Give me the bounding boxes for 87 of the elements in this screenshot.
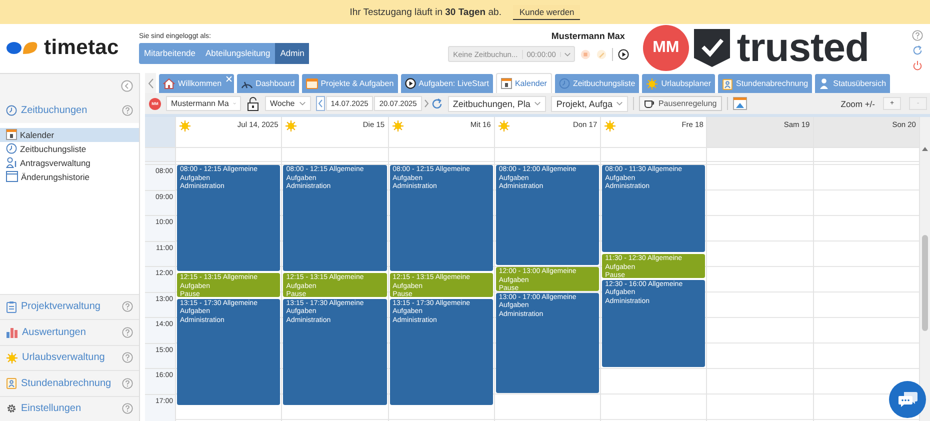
sidebar-section[interactable]: Einstellungen bbox=[0, 396, 139, 421]
chevron-left-icon bbox=[148, 78, 154, 88]
caret-icon bbox=[534, 101, 542, 106]
clock-icon bbox=[6, 104, 17, 116]
sidebar-item[interactable]: Kalender bbox=[0, 128, 139, 142]
help-icon[interactable] bbox=[122, 301, 133, 312]
help-icon[interactable] bbox=[122, 326, 133, 338]
help-icon[interactable] bbox=[122, 352, 133, 364]
sun-icon bbox=[285, 120, 298, 132]
role-button[interactable]: Abteilungsleitung bbox=[200, 43, 276, 64]
trust-badge-text: trusted bbox=[736, 28, 869, 68]
image-icon[interactable] bbox=[732, 97, 747, 110]
project-filter-select[interactable]: Projekt, Aufga bbox=[551, 96, 628, 112]
logo-icon bbox=[6, 40, 38, 54]
home-icon bbox=[163, 78, 175, 89]
view-select[interactable]: Woche bbox=[265, 96, 311, 111]
sun-icon bbox=[498, 120, 510, 132]
stop-icon[interactable] bbox=[580, 48, 591, 60]
pencil-icon[interactable] bbox=[596, 48, 607, 60]
refresh-icon[interactable] bbox=[912, 45, 923, 56]
tab[interactable]: Urlaubsplaner bbox=[642, 74, 716, 93]
help-icon[interactable] bbox=[122, 378, 133, 389]
zoom-label: Zoom +/- bbox=[840, 98, 875, 108]
previous-button[interactable] bbox=[316, 96, 325, 111]
caret-icon bbox=[616, 101, 624, 106]
sun-icon bbox=[392, 120, 404, 132]
shield-check-icon bbox=[692, 28, 731, 68]
become-customer-link[interactable]: Kunde werden bbox=[513, 4, 580, 20]
sidebar-section[interactable]: Urlaubsverwaltung bbox=[0, 344, 139, 370]
chat-icon bbox=[898, 391, 918, 408]
sun-icon bbox=[646, 78, 658, 90]
scrollbar-thumb[interactable] bbox=[922, 235, 928, 331]
folder-icon bbox=[306, 78, 318, 89]
clock-icon bbox=[558, 78, 570, 89]
calendar-icon bbox=[500, 78, 512, 89]
sun-icon bbox=[6, 352, 18, 364]
play-icon[interactable] bbox=[618, 48, 629, 60]
booking-filter-select[interactable]: Zeitbuchungen, Pla bbox=[448, 96, 546, 112]
chat-button[interactable] bbox=[889, 381, 926, 418]
tab[interactable]: Zeitbuchungsliste bbox=[554, 74, 640, 93]
sidebar-section[interactable]: Stundenabrechnung bbox=[0, 370, 139, 396]
power-icon[interactable] bbox=[912, 60, 923, 71]
gear-icon bbox=[6, 403, 17, 414]
break-rules-button[interactable]: Pausenregelung bbox=[639, 96, 722, 111]
calendar-icon bbox=[6, 129, 17, 140]
tab[interactable]: Statusübersich bbox=[815, 74, 890, 93]
cup-icon bbox=[644, 99, 656, 108]
sun-icon bbox=[604, 120, 616, 132]
sidebar-item[interactable]: Änderungshistorie bbox=[0, 170, 139, 184]
user-name: Mustermann Max bbox=[551, 31, 625, 41]
clipboard-icon bbox=[6, 377, 17, 390]
help-icon[interactable] bbox=[122, 104, 133, 116]
help-icon[interactable] bbox=[122, 403, 133, 414]
collapse-icon[interactable] bbox=[121, 80, 133, 92]
caret-icon bbox=[298, 101, 306, 106]
close-icon[interactable] bbox=[226, 76, 232, 82]
sidebar-item[interactable]: Zeitbuchungsliste bbox=[0, 142, 139, 156]
unlock-icon[interactable] bbox=[246, 96, 260, 110]
tab[interactable]: Kalender bbox=[496, 73, 552, 93]
tab[interactable]: Stundenabrechnung bbox=[718, 74, 812, 93]
sidebar-item[interactable]: Antragsverwaltung bbox=[0, 156, 139, 170]
trial-message: Ihr Testzugang läuft in 30 Tagen ab. bbox=[350, 6, 502, 18]
person-icon bbox=[819, 78, 830, 89]
refresh-icon[interactable] bbox=[430, 98, 443, 110]
help-icon[interactable] bbox=[912, 30, 923, 41]
window-icon bbox=[6, 171, 18, 182]
role-button[interactable]: Mitarbeitende bbox=[139, 43, 201, 64]
sidebar-section[interactable]: Projektverwaltung bbox=[0, 294, 139, 319]
tab[interactable]: Aufgaben: LiveStart bbox=[400, 74, 493, 93]
bar-chart-icon bbox=[6, 326, 18, 338]
role-button[interactable]: Admin bbox=[275, 43, 310, 64]
tab[interactable]: Willkommen bbox=[159, 74, 234, 93]
user-avatar[interactable]: MM bbox=[642, 25, 689, 71]
play-icon bbox=[404, 78, 416, 89]
tab[interactable]: Dashboard bbox=[236, 74, 299, 93]
scroll-up-icon[interactable] bbox=[922, 147, 928, 151]
sidebar-section[interactable]: Zeitbuchungen bbox=[0, 98, 139, 122]
person-icon bbox=[6, 157, 17, 168]
sun-icon bbox=[179, 120, 191, 132]
clipboard-icon bbox=[6, 300, 17, 313]
tab[interactable]: Projekte & Aufgaben bbox=[302, 74, 398, 93]
employee-select[interactable]: Mustermann Ma bbox=[166, 96, 241, 111]
clipboard-icon bbox=[722, 78, 734, 90]
tab-scroll-button[interactable] bbox=[145, 73, 156, 93]
clock-icon bbox=[6, 143, 17, 154]
logo-text: timetac bbox=[44, 36, 119, 60]
sidebar-section[interactable]: Auswertungen bbox=[0, 319, 139, 344]
